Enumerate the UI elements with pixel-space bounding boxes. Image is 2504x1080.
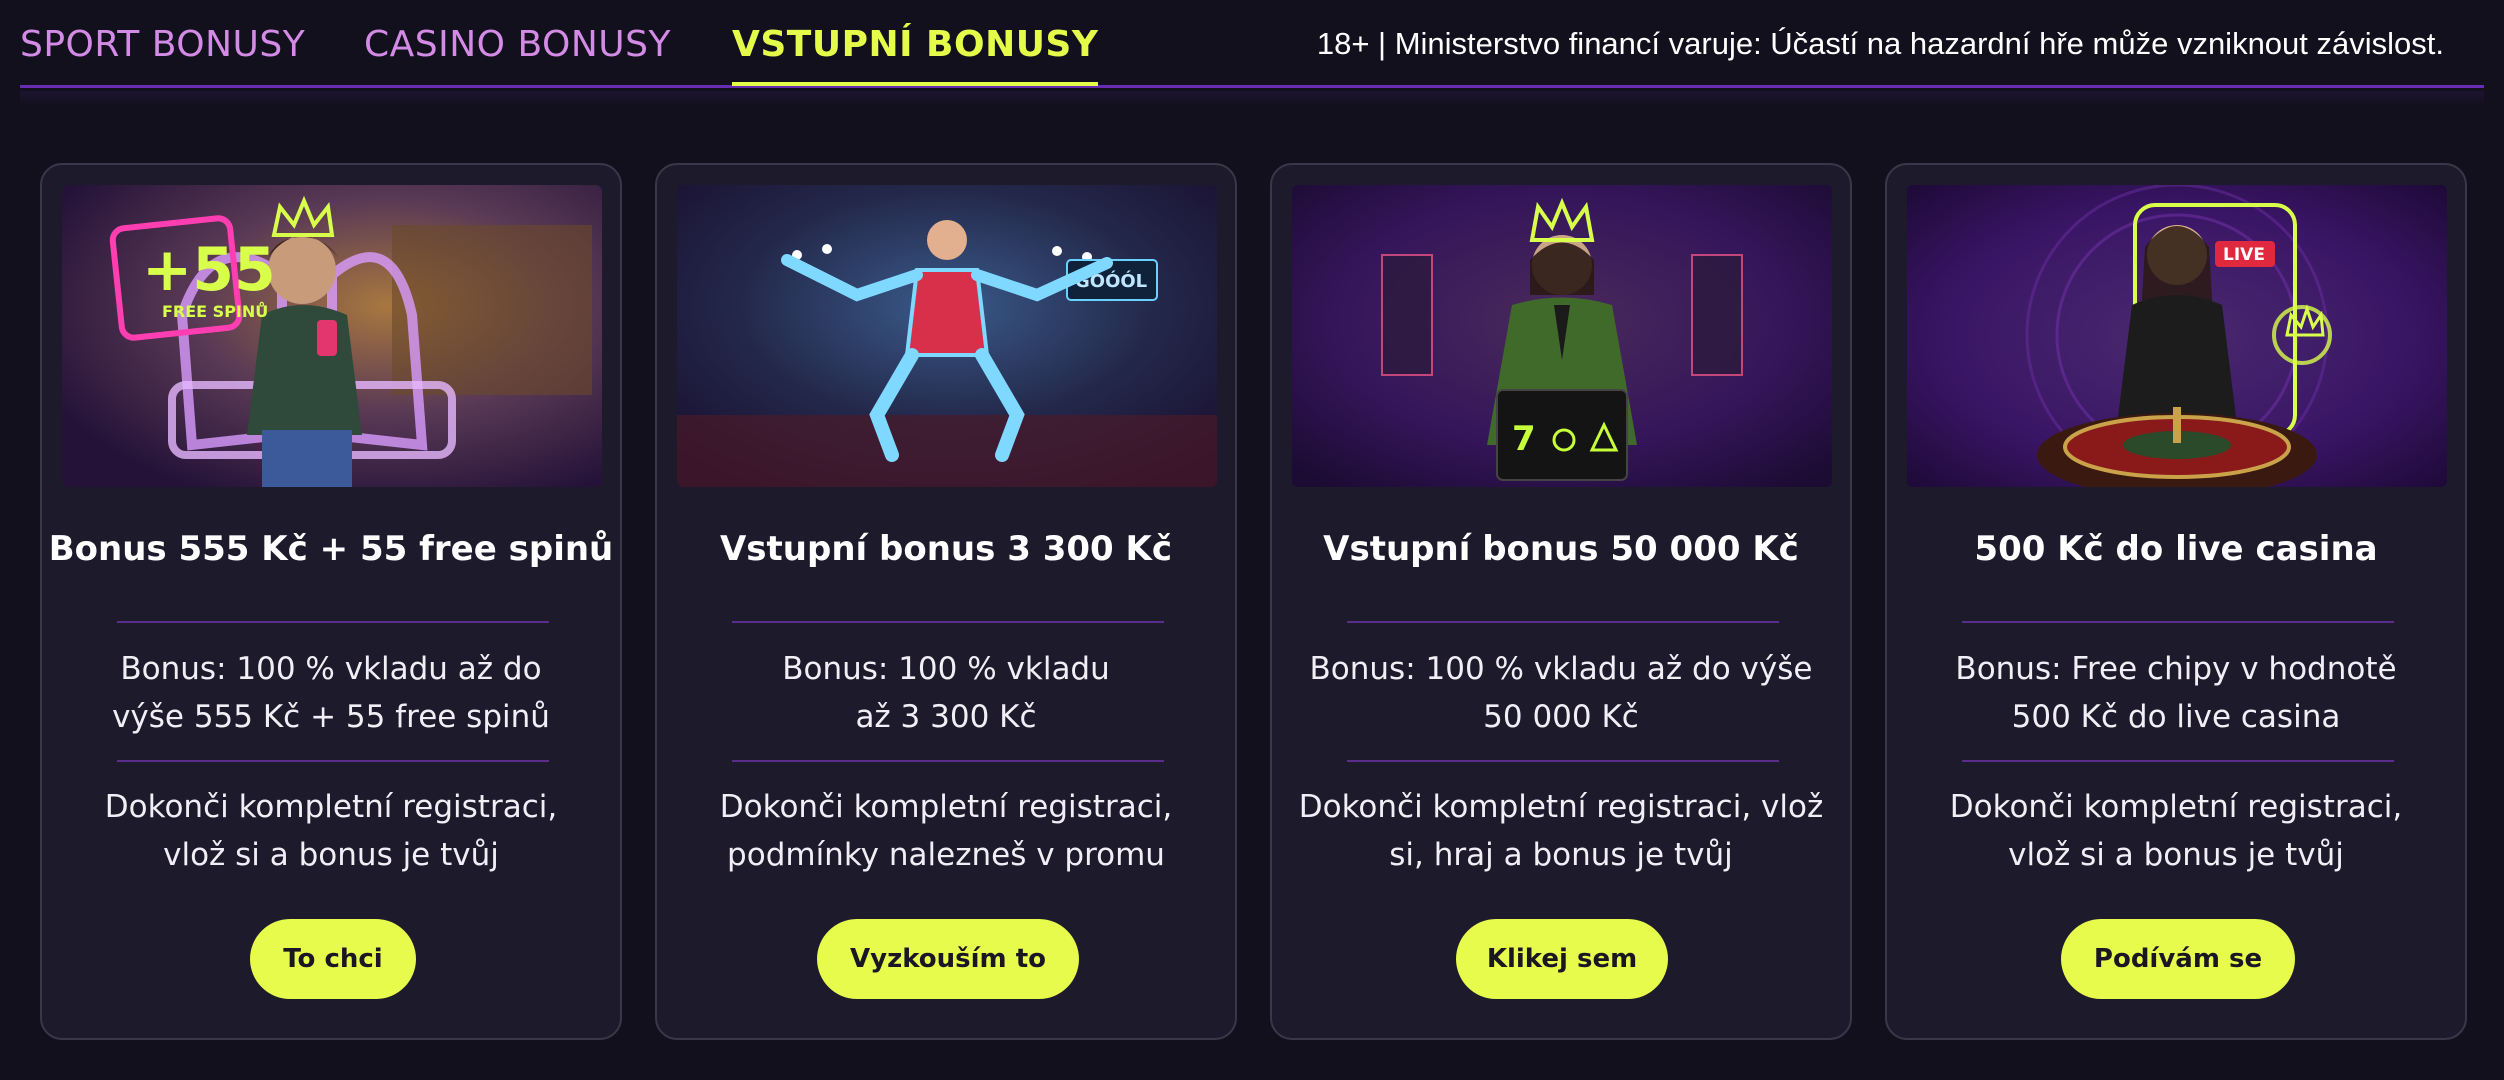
gambling-warning: 18+ | Ministerstvo financí varuje: Účast…: [1316, 26, 2444, 61]
bonus-card: GÓÓÓL Vstupní bonus 3 300 Kč Bonus: 100 …: [655, 163, 1237, 1040]
bonus-card: LIVE 500 Kč do live casina Bonus: Free c…: [1885, 163, 2467, 1040]
divider: [1347, 760, 1779, 762]
football-player-neon-image: GÓÓÓL: [677, 185, 1217, 487]
svg-text:+55: +55: [142, 235, 276, 305]
condition-line: Dokonči kompletní registraci,: [719, 789, 1173, 825]
condition-line: Dokonči kompletní registraci,: [1949, 789, 2403, 825]
svg-text:LIVE: LIVE: [2223, 245, 2265, 265]
bonus-description: Bonus: 100 % vkladu až 3 300 Kč: [677, 645, 1215, 741]
condition-line: Dokonči kompletní registraci, vlož: [1298, 789, 1824, 825]
card-title: Bonus 555 Kč + 55 free spinů: [48, 529, 614, 569]
tab-vstupni-bonusy[interactable]: VSTUPNÍ BONUSY: [732, 24, 1099, 86]
bonus-conditions: Dokonči kompletní registraci, vlož si a …: [62, 783, 600, 879]
live-dealer-roulette-image: LIVE: [1907, 185, 2447, 487]
bonus-line: 50 000 Kč: [1483, 699, 1639, 735]
tab-sport-bonusy[interactable]: SPORT BONUSY: [20, 24, 305, 84]
bonus-conditions: Dokonči kompletní registraci, vlož si a …: [1907, 783, 2445, 879]
bonus-conditions: Dokonči kompletní registraci, vlož si, h…: [1292, 783, 1830, 879]
condition-line: si, hraj a bonus je tvůj: [1389, 837, 1733, 873]
svg-text:7: 7: [1512, 419, 1536, 459]
condition-line: vlož si a bonus je tvůj: [2008, 837, 2344, 873]
bonus-conditions: Dokonči kompletní registraci, podmínky n…: [677, 783, 1215, 879]
condition-line: podmínky nalezneš v promu: [727, 837, 1165, 873]
bonus-line: výše 555 Kč + 55 free spinů: [112, 699, 550, 735]
bonus-tabs-nav: SPORT BONUSY CASINO BONUSY VSTUPNÍ BONUS…: [20, 0, 2484, 88]
klikej-sem-button[interactable]: Klikej sem: [1456, 919, 1668, 999]
card-title: Vstupní bonus 50 000 Kč: [1323, 529, 1799, 569]
bonus-description: Bonus: 100 % vkladu až do výše 555 Kč + …: [62, 645, 600, 741]
bonus-card: 7 Vstupní bonus 50 000 Kč Bonus: 100 % v…: [1270, 163, 1852, 1040]
bonus-line: Bonus: 100 % vkladu až do: [120, 651, 542, 687]
podivam-se-button[interactable]: Podívám se: [2061, 919, 2295, 999]
vyzkousim-to-button[interactable]: Vyzkouším to: [817, 919, 1079, 999]
divider: [732, 760, 1164, 762]
bonus-description: Bonus: 100 % vkladu až do výše 50 000 Kč: [1292, 645, 1830, 741]
condition-line: vlož si a bonus je tvůj: [163, 837, 499, 873]
bonus-card: +55 FREE SPINŮ Bonus 555 Kč + 55 free sp…: [40, 163, 622, 1040]
to-chci-button[interactable]: To chci: [250, 919, 416, 999]
svg-text:FREE SPINŮ: FREE SPINŮ: [162, 302, 268, 321]
divider: [117, 621, 549, 623]
bonus-description: Bonus: Free chipy v hodnotě 500 Kč do li…: [1907, 645, 2445, 741]
bonus-line: Bonus: 100 % vkladu: [782, 651, 1110, 687]
casino-man-briefcase-image: 7: [1292, 185, 1832, 487]
influencer-neon-crown-image: +55 FREE SPINŮ: [62, 185, 602, 487]
bonus-line: 500 Kč do live casina: [2011, 699, 2341, 735]
bonus-line: Bonus: Free chipy v hodnotě: [1955, 651, 2397, 687]
tab-casino-bonusy[interactable]: CASINO BONUSY: [364, 24, 671, 84]
condition-line: Dokonči kompletní registraci,: [104, 789, 558, 825]
divider: [1962, 760, 2394, 762]
divider: [1347, 621, 1779, 623]
nav-shadow: [20, 91, 2484, 105]
divider: [1962, 621, 2394, 623]
divider: [117, 760, 549, 762]
bonus-line: až 3 300 Kč: [855, 699, 1037, 735]
bonus-line: Bonus: 100 % vkladu až do výše: [1309, 651, 1813, 687]
card-title: 500 Kč do live casina: [1974, 529, 2378, 569]
divider: [732, 621, 1164, 623]
card-title: Vstupní bonus 3 300 Kč: [719, 529, 1173, 569]
